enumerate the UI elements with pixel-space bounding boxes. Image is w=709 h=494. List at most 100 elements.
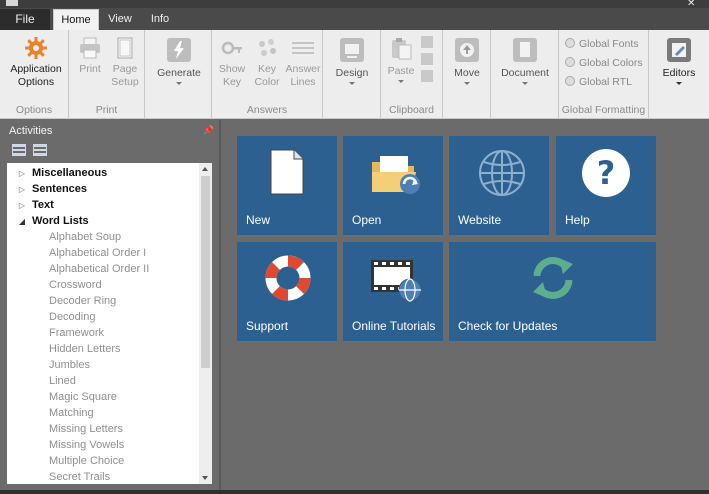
tile-check-for-updates[interactable]: Check for Updates bbox=[449, 242, 656, 341]
tree-item-decoder-ring[interactable]: Decoder Ring bbox=[49, 293, 116, 309]
design-button[interactable]: Design bbox=[329, 37, 375, 85]
pin-icon[interactable]: 📌 bbox=[203, 125, 214, 136]
printer-icon bbox=[80, 37, 100, 59]
ribbon-group-editors: Editors bbox=[649, 30, 709, 119]
tile-open-label: Open bbox=[352, 213, 382, 227]
tree-category-label: Text bbox=[32, 199, 54, 211]
global-fonts-button[interactable]: Global Fonts bbox=[565, 36, 639, 52]
pane-splitter[interactable] bbox=[219, 120, 221, 490]
collapse-icon[interactable]: ◢ bbox=[15, 214, 29, 230]
document-button[interactable]: Document bbox=[497, 37, 553, 85]
generate-dropdown-arrow bbox=[176, 82, 182, 85]
tile-help[interactable]: ? Help bbox=[556, 136, 656, 235]
ribbon-group-answers: Show Key Key Color Answer Lines Answers bbox=[212, 30, 323, 119]
key-color-label-1: Key bbox=[257, 63, 277, 75]
tile-help-label: Help bbox=[565, 213, 590, 227]
activities-pane: Activities 📌 ▷ Miscellaneous ▷ Sentences ▷… bbox=[0, 120, 219, 490]
lifebuoy-icon bbox=[265, 255, 311, 301]
tree-item-alphabetical-order-ii[interactable]: Alphabetical Order II bbox=[49, 261, 149, 277]
generate-button[interactable]: Generate bbox=[153, 37, 205, 85]
tile-support-label: Support bbox=[246, 319, 289, 333]
editors-icon bbox=[667, 38, 691, 62]
tree-item-framework[interactable]: Framework bbox=[49, 325, 104, 341]
move-label: Move bbox=[454, 67, 480, 79]
tree-scrollbar[interactable] bbox=[199, 163, 212, 484]
global-colors-button[interactable]: Global Colors bbox=[565, 55, 643, 71]
show-key-button[interactable]: Show Key bbox=[216, 37, 248, 89]
global-colors-label: Global Colors bbox=[579, 57, 643, 69]
print-button[interactable]: Print bbox=[75, 37, 105, 76]
key-color-button[interactable]: Key Color bbox=[250, 37, 284, 89]
clipboard-icon bbox=[392, 38, 412, 60]
tile-open[interactable]: Open bbox=[343, 136, 443, 235]
ribbon-group-move: Move bbox=[443, 30, 491, 119]
tree-item-secret-trails[interactable]: Secret Trails bbox=[49, 469, 110, 484]
tree-item-decoding[interactable]: Decoding bbox=[49, 309, 95, 325]
tree-item-magic-square[interactable]: Magic Square bbox=[49, 389, 117, 405]
answer-lines-label-2: Lines bbox=[290, 76, 316, 88]
global-fonts-label: Global Fonts bbox=[579, 38, 639, 50]
design-label: Design bbox=[335, 67, 369, 79]
svg-text:?: ? bbox=[597, 154, 616, 192]
expand-icon[interactable]: ▷ bbox=[15, 182, 29, 198]
move-button[interactable]: Move bbox=[448, 37, 486, 85]
scroll-up-arrow[interactable] bbox=[202, 167, 208, 171]
tree-item-lined[interactable]: Lined bbox=[49, 373, 76, 389]
tree-item-matching[interactable]: Matching bbox=[49, 405, 94, 421]
tree-category-word-lists[interactable]: ◢ Word Lists bbox=[7, 213, 89, 229]
key-icon bbox=[221, 41, 242, 55]
cut-icon[interactable] bbox=[421, 36, 433, 48]
ribbon-group-print: Print Page Setup Print bbox=[69, 30, 145, 119]
tree-item-missing-letters[interactable]: Missing Letters bbox=[49, 421, 123, 437]
global-rtl-label: Global RTL bbox=[579, 76, 632, 88]
tree-item-multiple-choice[interactable]: Multiple Choice bbox=[49, 453, 124, 469]
tile-website[interactable]: Website bbox=[449, 136, 549, 235]
tab-view[interactable]: View bbox=[102, 9, 138, 30]
tile-online-tutorials[interactable]: Online Tutorials bbox=[343, 242, 443, 341]
scroll-thumb[interactable] bbox=[201, 176, 210, 368]
paste-dropdown-arrow bbox=[398, 80, 404, 83]
global-rtl-button[interactable]: Global RTL bbox=[565, 74, 632, 90]
page-setup-button[interactable]: Page Setup bbox=[109, 37, 141, 89]
fonts-icon bbox=[565, 38, 575, 48]
print-label: Print bbox=[79, 63, 101, 75]
tree-item-alphabet-soup[interactable]: Alphabet Soup bbox=[49, 229, 121, 245]
application-options-label-1: Application bbox=[10, 63, 62, 75]
title-bar bbox=[0, 0, 709, 8]
colors-icon bbox=[565, 57, 575, 67]
ribbon-group-clipboard: Paste Clipboard bbox=[381, 30, 443, 119]
tab-home[interactable]: Home bbox=[53, 9, 99, 30]
detail-view-icon[interactable] bbox=[33, 144, 47, 156]
ribbon-group-options: Application Options Options bbox=[0, 30, 69, 119]
tile-support[interactable]: Support bbox=[237, 242, 337, 341]
tree-item-hidden-letters[interactable]: Hidden Letters bbox=[49, 341, 121, 357]
tree-category-sentences[interactable]: ▷ Sentences bbox=[7, 181, 87, 197]
refresh-icon bbox=[533, 257, 573, 299]
expand-icon[interactable]: ▷ bbox=[15, 198, 29, 214]
tree-category-miscellaneous[interactable]: ▷ Miscellaneous bbox=[7, 165, 107, 181]
scroll-down-arrow[interactable] bbox=[202, 476, 208, 480]
paste-button[interactable]: Paste bbox=[385, 37, 417, 83]
ribbon: Application Options Options Print Page S… bbox=[0, 30, 709, 119]
tab-info[interactable]: Info bbox=[142, 9, 178, 30]
close-icon[interactable]: ✕ bbox=[687, 0, 701, 9]
format-painter-icon[interactable] bbox=[421, 70, 433, 82]
tree-item-jumbles[interactable]: Jumbles bbox=[49, 357, 90, 373]
tree-item-alphabetical-order-i[interactable]: Alphabetical Order I bbox=[49, 245, 146, 261]
tree-item-missing-vowels[interactable]: Missing Vowels bbox=[49, 437, 124, 453]
move-dropdown-arrow bbox=[464, 82, 470, 85]
answer-lines-button[interactable]: Answer Lines bbox=[285, 37, 321, 89]
copy-icon[interactable] bbox=[421, 53, 433, 65]
tree-item-crossword[interactable]: Crossword bbox=[49, 277, 102, 293]
expand-icon[interactable]: ▷ bbox=[15, 166, 29, 182]
status-bar bbox=[0, 490, 709, 494]
show-key-label-1: Show bbox=[218, 63, 246, 75]
list-view-icon[interactable] bbox=[12, 144, 26, 156]
tree-category-text[interactable]: ▷ Text bbox=[7, 197, 54, 213]
editors-button[interactable]: Editors bbox=[656, 37, 702, 85]
file-menu-tab[interactable]: File bbox=[0, 9, 50, 30]
globe-icon bbox=[479, 150, 525, 196]
rtl-icon bbox=[565, 76, 575, 86]
tile-new[interactable]: New bbox=[237, 136, 337, 235]
application-options-button[interactable]: Application Options bbox=[6, 37, 66, 89]
